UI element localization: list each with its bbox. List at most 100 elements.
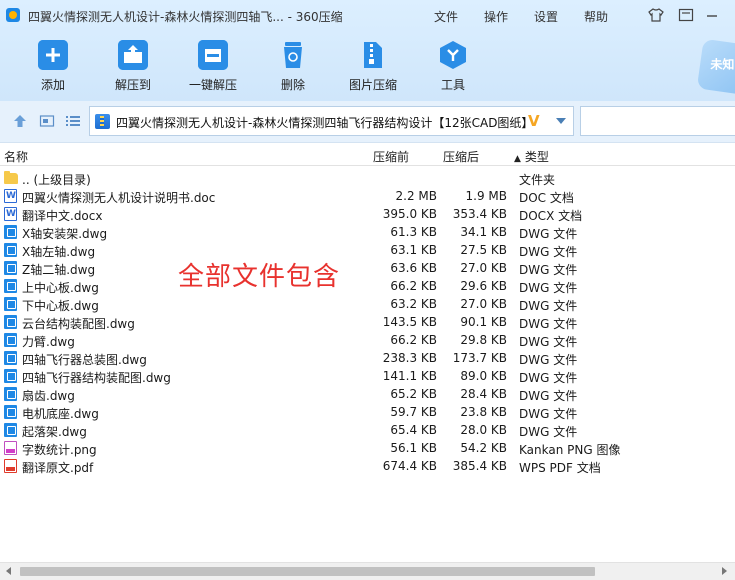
file-size: 2.2 MB (395, 189, 437, 203)
column-packed[interactable]: 压缩后 (443, 148, 479, 165)
delete-label: 删除 (280, 78, 305, 92)
table-row[interactable]: Z轴二轴.dwg 63.6 KB 27.0 KB DWG 文件 (0, 259, 735, 277)
column-size[interactable]: 压缩前 (373, 148, 409, 165)
horizontal-scrollbar[interactable] (0, 562, 735, 580)
extract-to-button[interactable]: 解压到 (96, 36, 170, 98)
table-row[interactable]: 四轴飞行器结构装配图.dwg 141.1 KB 89.0 KB DWG 文件 (0, 367, 735, 385)
dwg-file-icon (4, 297, 17, 311)
up-arrow-icon[interactable] (12, 113, 28, 129)
search-input[interactable] (580, 106, 735, 136)
dwg-file-icon (4, 279, 17, 293)
toolbar: 添加 解压到 一键解压 删除 图片压缩 工具 未知 (0, 36, 735, 100)
table-row[interactable]: 翻译中文.docx 395.0 KB 353.4 KB DOCX 文档 (0, 205, 735, 223)
table-row[interactable]: 力臂.dwg 66.2 KB 29.8 KB DWG 文件 (0, 331, 735, 349)
add-icon (38, 40, 68, 70)
column-type[interactable]: ▲ 类型 (514, 148, 549, 165)
scroll-right-icon[interactable] (722, 567, 727, 575)
dwg-file-icon (4, 333, 17, 347)
title-bar: 四翼火情探测无人机设计-森林火情探测四轴飞... - 360压缩 文件 操作 设… (0, 0, 735, 30)
table-row[interactable]: 扇齿.dwg 65.2 KB 28.4 KB DWG 文件 (0, 385, 735, 403)
table-row[interactable]: 电机底座.dwg 59.7 KB 23.8 KB DWG 文件 (0, 403, 735, 421)
file-type: DWG 文件 (519, 407, 578, 421)
file-name: 四翼火情探测无人机设计说明书.doc (22, 191, 216, 205)
file-size: 65.2 KB (390, 387, 437, 401)
add-button[interactable]: 添加 (16, 36, 90, 98)
table-row[interactable]: 四翼火情探测无人机设计说明书.doc 2.2 MB 1.9 MB DOC 文档 (0, 187, 735, 205)
dwg-file-icon (4, 423, 17, 437)
one-click-extract-button[interactable]: 一键解压 (176, 36, 250, 98)
file-name: 云台结构装配图.dwg (22, 317, 135, 331)
table-row[interactable]: X轴左轴.dwg 63.1 KB 27.5 KB DWG 文件 (0, 241, 735, 259)
file-type: DWG 文件 (519, 299, 578, 313)
file-packed-size: 29.8 KB (460, 333, 507, 347)
file-type: DWG 文件 (519, 281, 578, 295)
file-type: DWG 文件 (519, 335, 578, 349)
scroll-left-icon[interactable] (6, 567, 11, 575)
file-type: DWG 文件 (519, 389, 578, 403)
view-list-icon[interactable] (65, 113, 81, 129)
file-size: 63.2 KB (390, 297, 437, 311)
file-size: 66.2 KB (390, 333, 437, 347)
file-name: 翻译中文.docx (22, 209, 103, 223)
file-name: .. (上级目录) (22, 173, 91, 187)
table-row[interactable]: 翻译原文.pdf 674.4 KB 385.4 KB WPS PDF 文档 (0, 457, 735, 475)
file-name: 扇齿.dwg (22, 389, 75, 403)
address-bar[interactable]: 四翼火情探测无人机设计-森林火情探测四轴飞行器结构设计【12张CAD图纸】 V (89, 106, 574, 136)
column-header: 名称 压缩前 压缩后 ▲ 类型 (0, 144, 735, 166)
file-name: Z轴二轴.dwg (22, 263, 96, 277)
chevron-down-icon[interactable] (556, 118, 566, 124)
table-row[interactable]: .. (上级目录) 文件夹 (0, 169, 735, 187)
feedback-icon[interactable] (678, 8, 694, 22)
pdf-file-icon (4, 459, 17, 473)
file-type: DWG 文件 (519, 227, 578, 241)
view-details-icon[interactable] (39, 113, 55, 129)
image-compress-label: 图片压缩 (348, 78, 397, 92)
tools-button[interactable]: 工具 (416, 36, 490, 98)
extract-to-label: 解压到 (114, 78, 151, 92)
table-row[interactable]: X轴安装架.dwg 61.3 KB 34.1 KB DWG 文件 (0, 223, 735, 241)
file-packed-size: 27.0 KB (460, 297, 507, 311)
file-name: 上中心板.dwg (22, 281, 99, 295)
delete-button[interactable]: 删除 (256, 36, 330, 98)
file-type: DWG 文件 (519, 371, 578, 385)
minimize-icon[interactable] (704, 8, 720, 22)
menu-help[interactable]: 帮助 (584, 8, 608, 25)
table-row[interactable]: 四轴飞行器总装图.dwg 238.3 KB 173.7 KB DWG 文件 (0, 349, 735, 367)
file-packed-size: 1.9 MB (465, 189, 507, 203)
column-name[interactable]: 名称 (4, 148, 28, 165)
folder-icon (4, 171, 18, 184)
file-name: 翻译原文.pdf (22, 461, 94, 475)
menu-settings[interactable]: 设置 (534, 8, 558, 25)
skin-shirt-icon[interactable] (648, 8, 664, 22)
menu-file[interactable]: 文件 (434, 8, 458, 25)
table-row[interactable]: 云台结构装配图.dwg 143.5 KB 90.1 KB DWG 文件 (0, 313, 735, 331)
file-size: 395.0 KB (382, 207, 437, 221)
dwg-file-icon (4, 261, 17, 275)
file-packed-size: 90.1 KB (460, 315, 507, 329)
header-band: 四翼火情探测无人机设计-森林火情探测四轴飞... - 360压缩 文件 操作 设… (0, 0, 735, 101)
file-packed-size: 54.2 KB (460, 441, 507, 455)
file-type: Kankan PNG 图像 (519, 443, 621, 457)
table-row[interactable]: 字数统计.png 56.1 KB 54.2 KB Kankan PNG 图像 (0, 439, 735, 457)
file-name: 四轴飞行器总装图.dwg (22, 353, 147, 367)
file-size: 238.3 KB (382, 351, 437, 365)
file-packed-size: 173.7 KB (452, 351, 507, 365)
dwg-file-icon (4, 405, 17, 419)
tools-hexagon-icon (438, 40, 468, 70)
sort-ascending-icon: ▲ (514, 154, 521, 164)
address-v-mark: V (528, 112, 540, 130)
menu-operation[interactable]: 操作 (484, 8, 508, 25)
menu-bar: 文件 操作 设置 帮助 (434, 8, 634, 25)
column-type-label: 类型 (524, 150, 549, 164)
unknown-badge-label: 未知 (710, 57, 735, 72)
scrollbar-thumb[interactable] (20, 567, 595, 576)
table-row[interactable]: 下中心板.dwg 63.2 KB 27.0 KB DWG 文件 (0, 295, 735, 313)
unknown-badge[interactable]: 未知 (696, 38, 735, 96)
table-row[interactable]: 起落架.dwg 65.4 KB 28.0 KB DWG 文件 (0, 421, 735, 439)
dwg-file-icon (4, 387, 17, 401)
file-packed-size: 353.4 KB (452, 207, 507, 221)
window-title: 四翼火情探测无人机设计-森林火情探测四轴飞... - 360压缩 (28, 10, 343, 24)
image-compress-button[interactable]: 图片压缩 (336, 36, 410, 98)
table-row[interactable]: 上中心板.dwg 66.2 KB 29.6 KB DWG 文件 (0, 277, 735, 295)
file-packed-size: 28.0 KB (460, 423, 507, 437)
